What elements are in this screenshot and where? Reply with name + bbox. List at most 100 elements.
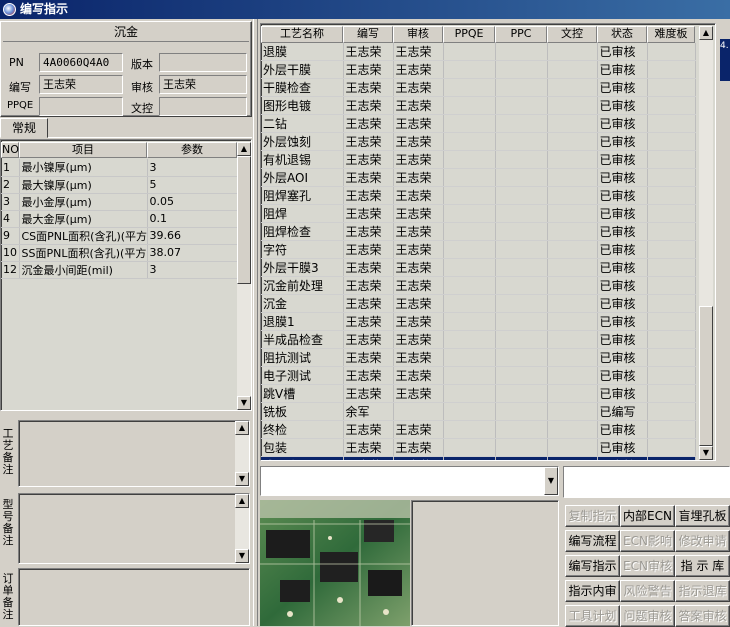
params-col-value[interactable]: 参数 (147, 142, 237, 158)
process-row[interactable]: 阻焊塞孔 王志荣 王志荣 已审核 (261, 186, 696, 205)
panel-splitter[interactable] (253, 19, 258, 626)
process-cell-difficulty (647, 330, 696, 349)
tool-plan-button[interactable]: 工具计划 (565, 605, 620, 627)
process-combo[interactable]: ▼ (260, 466, 559, 496)
process-col-status[interactable]: 状态 (597, 26, 647, 43)
process-cell-status: 已审核 (597, 240, 648, 259)
process-row[interactable]: 沉金 王志荣 王志荣 已审核 (261, 294, 696, 313)
order-note-field[interactable] (18, 568, 250, 626)
params-scroll-down-icon[interactable]: ▼ (237, 396, 251, 410)
params-scroll-up-icon[interactable]: ▲ (237, 142, 251, 156)
params-col-item[interactable]: 项目 (19, 142, 147, 158)
process-row[interactable]: 退膜1 王志荣 王志荣 已审核 (261, 312, 696, 331)
process-row[interactable]: 外层干膜3 王志荣 王志荣 已审核 (261, 258, 696, 277)
process-cell-difficulty (647, 96, 696, 115)
process-cell-difficulty (647, 420, 696, 439)
params-cell-value: 39.66 (147, 227, 238, 245)
process-row[interactable]: 图形电镀 王志荣 王志荣 已审核 (261, 96, 696, 115)
params-row[interactable]: 12 沉金最小间距(mil) 3 (1, 261, 238, 279)
params-row[interactable]: 9 CS面PNL面积(含孔)(平方 39.66 (1, 227, 238, 245)
right-input[interactable] (563, 466, 730, 498)
combo-dropdown-icon[interactable]: ▼ (544, 467, 558, 495)
risk-warning-button[interactable]: 风险警告 (620, 580, 675, 602)
process-cell-difficulty (647, 456, 696, 460)
process-row[interactable]: 外层干膜 王志荣 王志荣 已审核 (261, 60, 696, 79)
process-col-ppqe[interactable]: PPQE (443, 26, 495, 43)
params-row[interactable]: 2 最大镍厚(μm) 5 (1, 176, 238, 194)
model-note-scrollbar[interactable]: ▲ ▼ (235, 494, 249, 563)
params-scroll-thumb[interactable] (237, 156, 251, 284)
process-row[interactable]: 外层蚀刻 王志荣 王志荣 已审核 (261, 132, 696, 151)
process-row[interactable]: 包装 王志荣 王志荣 已审核 (261, 438, 696, 457)
instruction-internal-review-button[interactable]: 指示内审 (565, 580, 620, 602)
writer-field[interactable]: 王志荣 (39, 75, 123, 94)
process-row[interactable]: 跳V槽 王志荣 王志荣 已审核 (261, 384, 696, 403)
process-cell-name: 包装 (261, 438, 344, 457)
params-scrollbar[interactable]: ▲ ▼ (237, 142, 251, 410)
issue-review-button[interactable]: 问题审核 (620, 605, 675, 627)
process-row[interactable]: 阻抗测试 王志荣 王志荣 已审核 (261, 348, 696, 367)
process-note-scrollbar[interactable]: ▲ ▼ (235, 421, 249, 486)
ecn-impact-button[interactable]: ECN影响 (620, 530, 675, 552)
version-field[interactable] (159, 53, 247, 72)
process-col-difficulty[interactable]: 难度板 (647, 26, 695, 43)
process-cell-status: 已审核 (597, 222, 648, 241)
edit-flow-button[interactable]: 编写流程 (565, 530, 620, 552)
tab-general[interactable]: 常规 (0, 118, 48, 138)
process-row[interactable]: 电子测试 王志荣 王志荣 已审核 (261, 366, 696, 385)
window-title-bar[interactable]: 编写指示 (0, 0, 730, 19)
process-scroll-down-icon[interactable]: ▼ (699, 446, 713, 460)
process-cell-writer: 王志荣 (343, 258, 394, 277)
doc-control-field[interactable] (159, 97, 247, 116)
process-row[interactable]: 阻焊 王志荣 王志荣 已审核 (261, 204, 696, 223)
process-row[interactable]: 终检 王志荣 王志荣 已审核 (261, 420, 696, 439)
process-row[interactable]: 退膜 王志荣 王志荣 已审核 (261, 43, 696, 61)
answer-review-button[interactable]: 答案审核 (675, 605, 730, 627)
process-scroll-up-icon[interactable]: ▲ (699, 26, 713, 40)
instruction-return-button[interactable]: 指示退库 (675, 580, 730, 602)
process-cell-writer: 王志荣 (343, 384, 394, 403)
ecn-review-button[interactable]: ECN审核 (620, 555, 675, 577)
params-row[interactable]: 3 最小金厚(μm) 0.05 (1, 193, 238, 211)
process-row[interactable]: 半成品检查 王志荣 王志荣 已审核 (261, 330, 696, 349)
process-cell-status: 已审核 (597, 132, 648, 151)
params-row[interactable]: 1 最小镍厚(μm) 3 (1, 159, 238, 177)
process-col-doc-control[interactable]: 文控 (547, 26, 597, 43)
copy-instruction-button[interactable]: 复制指示 (565, 505, 620, 527)
process-row[interactable]: 沉金前处理 王志荣 王志荣 已审核 (261, 276, 696, 295)
modify-request-button[interactable]: 修改申请 (675, 530, 730, 552)
process-row[interactable]: 铣板 余军 已编写 (261, 402, 696, 421)
params-col-no[interactable]: NO (1, 142, 19, 158)
process-col-writer[interactable]: 编写 (343, 26, 393, 43)
params-row[interactable]: 10 SS面PNL面积(含孔)(平方 38.07 (1, 244, 238, 262)
reviewer-field[interactable]: 王志荣 (159, 75, 247, 94)
params-row[interactable]: 4 最大金厚(μm) 0.1 (1, 210, 238, 228)
edit-instruction-button[interactable]: 编写指示 (565, 555, 620, 577)
ppqe-field[interactable] (39, 97, 123, 116)
internal-ecn-button[interactable]: 内部ECN (620, 505, 675, 527)
process-scrollbar[interactable]: ▲ ▼ (699, 26, 713, 460)
side-strip-item[interactable]: 4. (720, 39, 730, 81)
model-note-field[interactable]: ▲ ▼ (18, 493, 250, 564)
process-col-ppc[interactable]: PPC (495, 26, 547, 43)
process-scroll-thumb[interactable] (699, 306, 713, 446)
process-col-name[interactable]: 工艺名称 (261, 26, 343, 43)
process-row[interactable]: 二钻 王志荣 王志荣 已审核 (261, 114, 696, 133)
process-row[interactable]: 字符 王志荣 王志荣 已审核 (261, 240, 696, 259)
model-note-down-icon[interactable]: ▼ (235, 549, 249, 563)
process-row[interactable]: 干膜检查 王志荣 王志荣 已审核 (261, 78, 696, 97)
process-note-down-icon[interactable]: ▼ (235, 472, 249, 486)
instruction-library-button[interactable]: 指 示 库 (675, 555, 730, 577)
process-note-field[interactable]: ▲ ▼ (18, 420, 250, 487)
process-cell-ppqe (443, 402, 496, 421)
process-row[interactable]: 外层AOI 王志荣 王志荣 已审核 (261, 168, 696, 187)
process-cell-writer: 王志荣 (343, 276, 394, 295)
process-col-reviewer[interactable]: 审核 (393, 26, 443, 43)
pn-field[interactable]: 4A0060Q4A0 (39, 53, 123, 72)
model-note-up-icon[interactable]: ▲ (235, 494, 249, 508)
process-row[interactable]: 阻焊检查 王志荣 王志荣 已审核 (261, 222, 696, 241)
blind-buried-via-button[interactable]: 盲埋孔板 (675, 505, 730, 527)
process-row[interactable]: 有机退锡 王志荣 王志荣 已审核 (261, 150, 696, 169)
process-note-up-icon[interactable]: ▲ (235, 421, 249, 435)
process-row[interactable]: 成品仓王志荣王志荣已审核 (261, 456, 696, 460)
